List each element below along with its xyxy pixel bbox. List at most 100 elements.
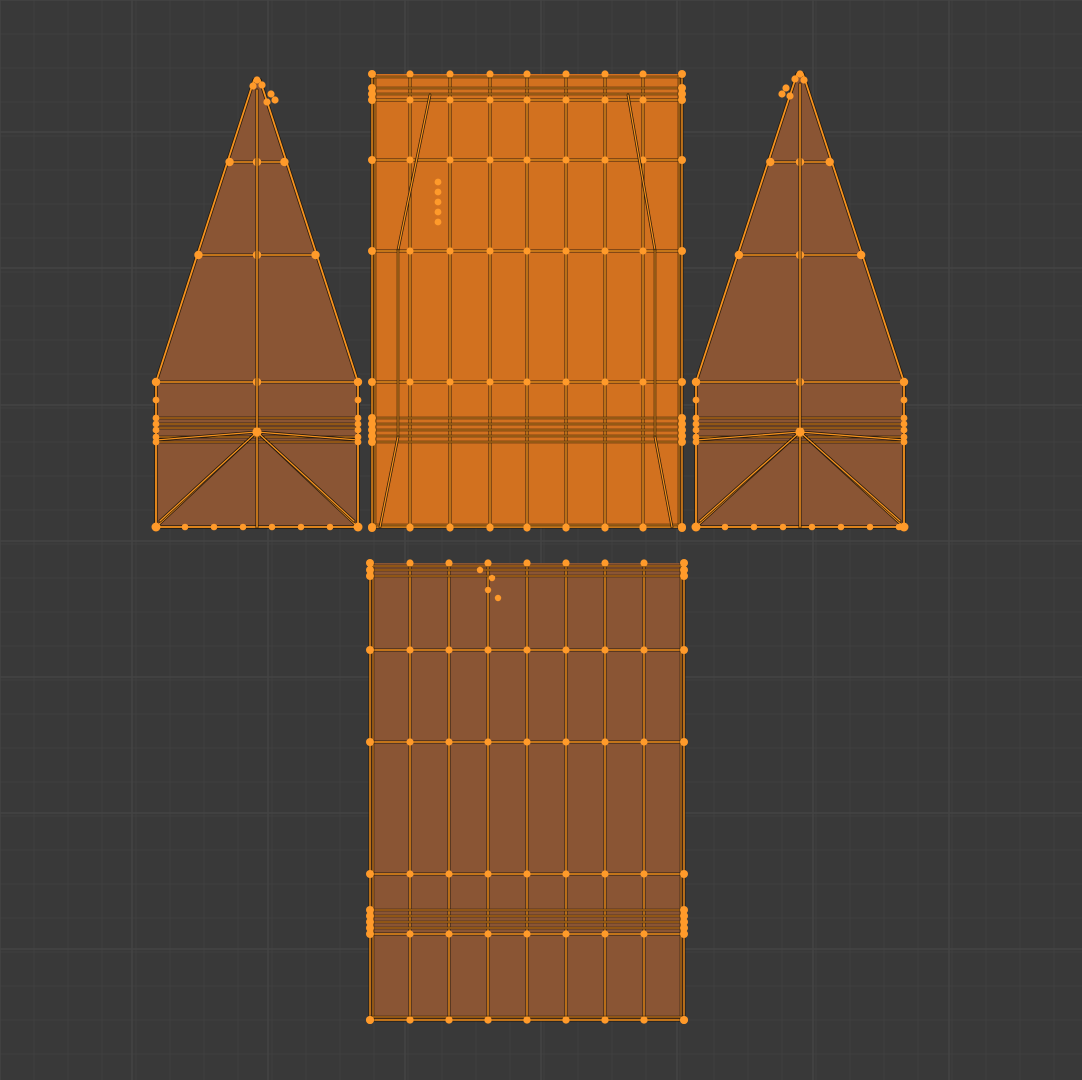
uv-vertex (311, 250, 320, 260)
uv-vertex (678, 70, 686, 78)
uv-vertex (488, 574, 496, 582)
uv-vertex (678, 524, 686, 532)
uv-vertex (326, 523, 334, 531)
uv-vertex (271, 96, 279, 104)
uv-vertex (640, 738, 648, 746)
uv-vertex (151, 377, 161, 387)
uv-vertex (434, 178, 442, 186)
uv-vertex (523, 156, 531, 164)
uv-vertex (766, 157, 775, 167)
uv-vertex (601, 1016, 609, 1024)
uv-vertex (601, 559, 609, 567)
uv-vertex (366, 738, 374, 746)
uv-vertex (856, 250, 866, 260)
uv-vertex (640, 559, 648, 567)
uv-vertex (280, 157, 289, 167)
uv-vertex (486, 378, 494, 386)
uv-vertex (900, 426, 908, 434)
uv-vertex (562, 738, 570, 746)
uv-vertex (445, 870, 453, 878)
uv-vertex (368, 378, 376, 386)
uv-vertex (406, 559, 414, 567)
uv-vertex (791, 75, 799, 83)
uv-vertex (434, 218, 442, 226)
uv-vertex (680, 646, 688, 654)
uv-vertex (368, 524, 376, 532)
uv-vertex (366, 1016, 374, 1024)
uv-vertex (406, 156, 414, 164)
uv-island-left-cone-panel[interactable] (151, 76, 363, 532)
uv-vertex (639, 70, 647, 78)
uv-vertex (562, 247, 570, 255)
uv-vertex (368, 70, 376, 78)
uv-vertex (900, 438, 908, 446)
uv-vertex (562, 156, 570, 164)
uv-vertex (680, 738, 688, 746)
uv-vertex (523, 559, 531, 567)
uv-vertex (691, 377, 701, 387)
uv-vertex (778, 90, 786, 98)
uv-vertex (252, 427, 262, 437)
uv-vertex (406, 247, 414, 255)
uv-vertex (900, 396, 908, 404)
uv-vertex (406, 738, 414, 746)
uv-vertex (678, 438, 686, 446)
uv-vertex (225, 157, 234, 167)
uv-vertex (445, 646, 453, 654)
uv-vertex (721, 523, 729, 531)
uv-vertex (210, 523, 218, 531)
uv-vertex (445, 559, 453, 567)
uv-vertex (601, 738, 609, 746)
uv-vertex (368, 247, 376, 255)
uv-vertex (562, 524, 570, 532)
uv-vertex (601, 930, 609, 938)
uv-vertex (406, 96, 414, 104)
uv-canvas[interactable] (0, 0, 1082, 1080)
uv-vertex (680, 1016, 688, 1024)
uv-editor-viewport[interactable] (0, 0, 1082, 1080)
uv-vertex (484, 586, 492, 594)
uv-vertex (601, 646, 609, 654)
uv-vertex (446, 70, 454, 78)
uv-vertex (900, 420, 908, 428)
uv-vertex (692, 438, 700, 446)
uv-vertex (678, 378, 686, 386)
uv-vertex (354, 414, 362, 422)
uv-vertex (562, 646, 570, 654)
uv-vertex (692, 426, 700, 434)
uv-island-right-cone-panel[interactable] (691, 70, 909, 532)
uv-vertex (639, 378, 647, 386)
uv-vertex (523, 524, 531, 532)
uv-vertex (680, 924, 688, 932)
uv-vertex (476, 566, 484, 574)
uv-island-bottom-panel[interactable] (366, 559, 688, 1024)
uv-vertex (523, 870, 531, 878)
uv-vertex (786, 92, 794, 100)
uv-island-front-panel[interactable] (368, 70, 686, 532)
uv-vertex (152, 396, 160, 404)
uv-vertex (194, 250, 203, 260)
uv-vertex (782, 84, 790, 92)
uv-vertex (562, 930, 570, 938)
uv-vertex (899, 377, 909, 387)
uv-vertex (249, 82, 257, 90)
uv-vertex (734, 250, 744, 260)
uv-vertex (434, 208, 442, 216)
uv-vertex (837, 523, 845, 531)
uv-vertex (601, 247, 609, 255)
uv-vertex (523, 378, 531, 386)
uv-vertex (795, 427, 805, 437)
uv-vertex (692, 396, 700, 404)
uv-vertex (523, 96, 531, 104)
uv-vertex (678, 156, 686, 164)
uv-vertex (486, 156, 494, 164)
uv-vertex (680, 572, 688, 580)
uv-vertex (353, 377, 363, 387)
uv-vertex (368, 438, 376, 446)
uv-vertex (562, 870, 570, 878)
uv-vertex (678, 90, 686, 98)
uv-vertex (562, 70, 570, 78)
uv-vertex (808, 523, 816, 531)
uv-vertex (779, 523, 787, 531)
uv-vertex (562, 96, 570, 104)
